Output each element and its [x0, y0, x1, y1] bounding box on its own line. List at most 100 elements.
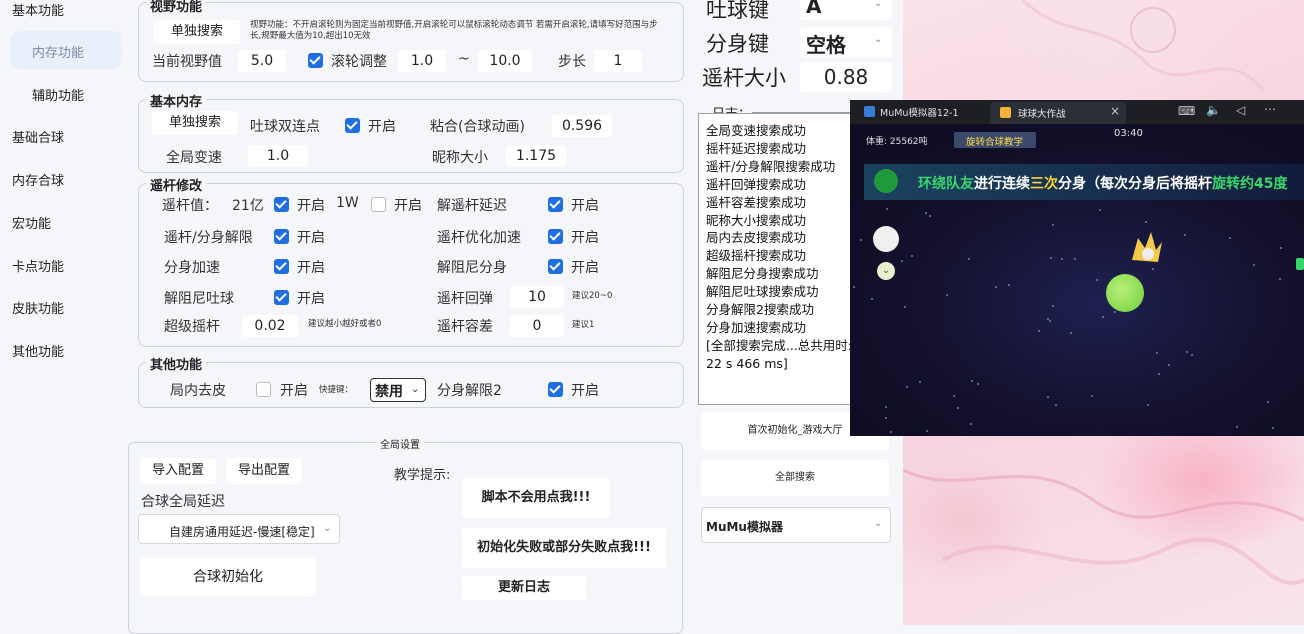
optimize-label: 遥杆优化加速: [437, 230, 521, 246]
log-line: 分身解限2搜索成功: [706, 302, 814, 318]
volume-icon[interactable]: 🔈: [1206, 103, 1221, 117]
wheel-max-input[interactable]: 10.0: [478, 50, 532, 72]
sidebar-item-basic[interactable]: 基本功能: [12, 0, 64, 19]
close-icon[interactable]: ×: [1110, 104, 1120, 118]
joystick-1w-checkbox[interactable]: [371, 197, 386, 212]
skin-remove-checkbox[interactable]: [256, 382, 271, 397]
joystick-21-checkbox[interactable]: [274, 197, 289, 212]
star: [1147, 404, 1149, 406]
emulator-window[interactable]: MuMu模拟器12-1 球球大作战 × ⌨ 🔈 ◁ ⋯ 03:40 体重: 25…: [850, 100, 1304, 436]
chevron-down-icon[interactable]: ⌄: [877, 262, 895, 280]
hint-text: 环绕队友进行连续三次分身（每次分身后将摇杆旋转约45度: [918, 173, 1287, 193]
log-line: 全局变速搜索成功: [706, 123, 807, 138]
double-click-checkbox[interactable]: [345, 118, 360, 133]
split-unlimit2-checkbox[interactable]: [548, 382, 563, 397]
sticky-input[interactable]: 0.596: [552, 115, 612, 137]
skin-remove-enable: 开启: [280, 383, 308, 399]
changelog-button[interactable]: 更新日志: [462, 576, 586, 600]
sidebar-item-memory-merge[interactable]: 内存合球: [12, 170, 64, 189]
split-speed-checkbox[interactable]: [274, 259, 289, 274]
star: [853, 286, 855, 288]
side-marker: [1296, 258, 1304, 270]
log-line: 局内去皮搜索成功: [706, 230, 807, 246]
super-joystick-input[interactable]: 0.02: [242, 315, 298, 337]
tolerance-label: 遥杆容差: [437, 319, 493, 335]
star: [946, 294, 948, 296]
split-key-select[interactable]: 空格 ⌄: [800, 27, 892, 57]
damp-split-checkbox[interactable]: [548, 259, 563, 274]
star: [1055, 404, 1057, 406]
star: [1052, 224, 1054, 226]
sidebar-item-timing[interactable]: 卡点功能: [12, 256, 64, 275]
more-icon[interactable]: ⋯: [1264, 102, 1276, 116]
wheel-min-input[interactable]: 1.0: [398, 50, 446, 72]
log-line: 解阻尼吐球搜索成功: [706, 284, 819, 300]
memory-search-button[interactable]: 单独搜索: [152, 111, 238, 135]
star: [1236, 426, 1238, 428]
spit-key-select[interactable]: A ⌄: [800, 0, 892, 20]
log-panel[interactable]: 全局变速搜索成功 摇杆延迟搜索成功 遥杆/分身解限搜索成功 遥杆回弹搜索成功 遥杆容差搜…: [698, 113, 860, 405]
avatar[interactable]: [873, 226, 899, 252]
log-line: 摇杆延迟搜索成功: [706, 140, 807, 156]
emulator-select[interactable]: MuMu模拟器 ⌄: [701, 507, 891, 543]
emulator-value: MuMu模拟器: [706, 520, 783, 534]
nickname-input[interactable]: 1.175: [506, 145, 566, 167]
player-character-icon: [1126, 230, 1164, 266]
export-config-button[interactable]: 导出配置: [226, 458, 302, 484]
spit-key-label: 吐球键: [706, 0, 769, 22]
super-joystick-label: 超级摇杆: [164, 319, 220, 335]
star: [977, 383, 979, 385]
global-speed-input[interactable]: 1.0: [248, 145, 308, 167]
star: [1253, 264, 1255, 266]
import-config-button[interactable]: 导入配置: [140, 458, 216, 484]
optimize-checkbox[interactable]: [548, 229, 563, 244]
game-tab[interactable]: 球球大作战 ×: [990, 102, 1126, 124]
rebound-input[interactable]: 10: [510, 286, 564, 308]
tolerance-input[interactable]: 0: [510, 315, 564, 337]
hotkey-label: 快捷键：: [319, 385, 354, 395]
back-icon[interactable]: ◁: [1236, 103, 1245, 117]
star: [953, 395, 955, 397]
split-speed-label: 分身加速: [164, 260, 220, 276]
global-delay-select[interactable]: 自建房通用延迟-慢速[稳定] ⌄: [138, 514, 340, 544]
emulator-tab-label[interactable]: MuMu模拟器12-1: [880, 105, 959, 119]
search-all-button[interactable]: 全部搜索: [701, 460, 889, 496]
game-canvas[interactable]: 03:40 体重: 25562吨 旋转合球教学 环绕队友进行连续三次分身（每次分…: [850, 124, 1304, 436]
damp-split-label: 解阻尼分身: [437, 260, 507, 276]
split-unlimit-checkbox[interactable]: [274, 229, 289, 244]
joystick-size-input[interactable]: 0.88: [800, 62, 892, 92]
star: [1156, 352, 1158, 354]
help-init-failed-button[interactable]: 初始化失败或部分失败点我!!!: [462, 528, 666, 568]
sidebar-item-memory[interactable]: 内存功能: [32, 42, 84, 61]
hint-part-c: 三次: [1030, 176, 1058, 192]
vision-search-button[interactable]: 单独搜索: [154, 20, 240, 44]
hotkey-select[interactable]: 禁用 ⌄: [370, 378, 426, 402]
sidebar-item-macro[interactable]: 宏功能: [12, 213, 51, 232]
unlock-delay-checkbox[interactable]: [548, 197, 563, 212]
vision-title: 视野功能: [146, 0, 207, 15]
global-title: 全局设置: [376, 436, 424, 451]
star: [1096, 279, 1098, 281]
step-label: 步长: [558, 54, 586, 70]
help-usage-button[interactable]: 脚本不会用点我!!!: [462, 478, 610, 518]
vision-current-input[interactable]: 5.0: [238, 50, 286, 72]
chevron-down-icon: ⌄: [411, 384, 420, 395]
keyboard-icon[interactable]: ⌨: [1178, 104, 1195, 118]
split-speed-enable: 开启: [297, 260, 325, 276]
merge-init-button[interactable]: 合球初始化: [140, 558, 316, 596]
tutorial-label: 旋转合球教学: [966, 137, 1024, 148]
step-input[interactable]: 1: [594, 50, 642, 72]
tutorial-button[interactable]: 旋转合球教学: [954, 132, 1036, 148]
split-unlimit-enable: 开启: [297, 230, 325, 246]
log-line: 遥杆容差搜索成功: [706, 194, 807, 210]
log-line: [全部搜索完成...总共用时:22 s 466 ms]: [706, 337, 853, 371]
joystick-21-label: 21亿: [232, 198, 264, 214]
sidebar-item-skin[interactable]: 皮肤功能: [12, 298, 64, 317]
sidebar-item-assist[interactable]: 辅助功能: [32, 85, 84, 104]
hint-part-b: 进行连续: [974, 176, 1030, 192]
sidebar-item-basic-merge[interactable]: 基础合球: [12, 127, 64, 146]
wheel-checkbox[interactable]: [308, 53, 323, 68]
mumu-logo-icon: [864, 106, 875, 117]
sidebar-item-other[interactable]: 其他功能: [12, 341, 64, 360]
damp-spit-checkbox[interactable]: [274, 290, 289, 305]
